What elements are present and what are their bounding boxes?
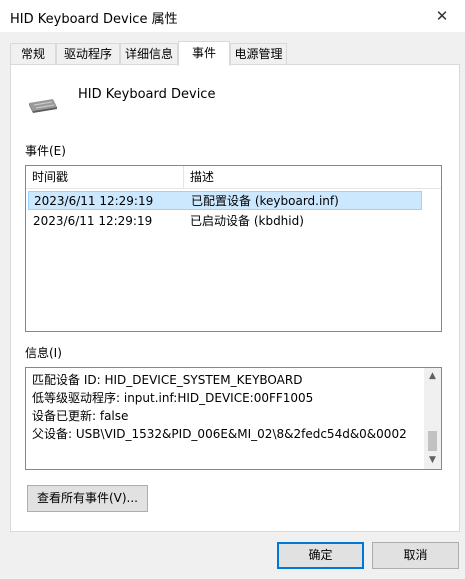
tab-power-management[interactable]: 电源管理 xyxy=(230,43,287,64)
events-list-header: 时间戳 描述 xyxy=(26,166,441,189)
event-row[interactable]: 2023/6/11 12:29:19 已配置设备 (keyboard.inf) xyxy=(28,191,422,210)
events-tab-panel: HID Keyboard Device 事件(E) 时间戳 描述 2023/6/… xyxy=(10,64,460,532)
tab-driver[interactable]: 驱动程序 xyxy=(56,43,120,64)
tab-events[interactable]: 事件 xyxy=(178,41,230,66)
close-icon: ✕ xyxy=(435,7,449,25)
scroll-thumb[interactable] xyxy=(428,431,437,451)
view-all-events-button[interactable]: 查看所有事件(V)... xyxy=(27,485,148,512)
event-description: 已启动设备 (kbdhid) xyxy=(190,214,304,228)
events-label: 事件(E) xyxy=(25,144,66,158)
scroll-up-icon[interactable]: ▲ xyxy=(424,368,441,385)
tab-general[interactable]: 常规 xyxy=(10,43,56,64)
device-name: HID Keyboard Device xyxy=(78,87,216,102)
info-textbox[interactable]: 匹配设备 ID: HID_DEVICE_SYSTEM_KEYBOARD 低等级驱… xyxy=(25,367,442,470)
event-timestamp: 2023/6/11 12:29:19 xyxy=(34,194,154,208)
window-title: HID Keyboard Device 属性 xyxy=(10,12,178,27)
info-scrollbar[interactable]: ▲ ▼ xyxy=(424,368,441,469)
column-header-timestamp[interactable]: 时间戳 xyxy=(26,166,184,188)
cancel-button[interactable]: 取消 xyxy=(372,542,459,569)
scroll-down-icon[interactable]: ▼ xyxy=(424,452,441,469)
info-line: 设备已更新: false xyxy=(32,409,129,423)
close-button[interactable]: ✕ xyxy=(419,0,465,32)
keyboard-icon xyxy=(29,99,57,113)
ok-button[interactable]: 确定 xyxy=(277,542,364,569)
event-timestamp: 2023/6/11 12:29:19 xyxy=(33,214,153,228)
info-line: 父设备: USB\VID_1532&PID_006E&MI_02\8&2fedc… xyxy=(32,427,407,441)
title-bar: HID Keyboard Device 属性 ✕ xyxy=(0,0,465,32)
tab-strip: 常规 驱动程序 详细信息 事件 电源管理 xyxy=(10,41,460,66)
info-line: 匹配设备 ID: HID_DEVICE_SYSTEM_KEYBOARD xyxy=(32,373,303,387)
info-label: 信息(I) xyxy=(25,346,62,360)
info-line: 低等级驱动程序: input.inf:HID_DEVICE:00FF1005 xyxy=(32,391,314,405)
event-description: 已配置设备 (keyboard.inf) xyxy=(191,194,339,208)
column-header-description[interactable]: 描述 xyxy=(184,166,441,188)
events-list[interactable]: 时间戳 描述 2023/6/11 12:29:19 已配置设备 (keyboar… xyxy=(25,165,442,332)
event-row[interactable]: 2023/6/11 12:29:19 已启动设备 (kbdhid) xyxy=(28,212,422,231)
tab-details[interactable]: 详细信息 xyxy=(120,43,178,64)
